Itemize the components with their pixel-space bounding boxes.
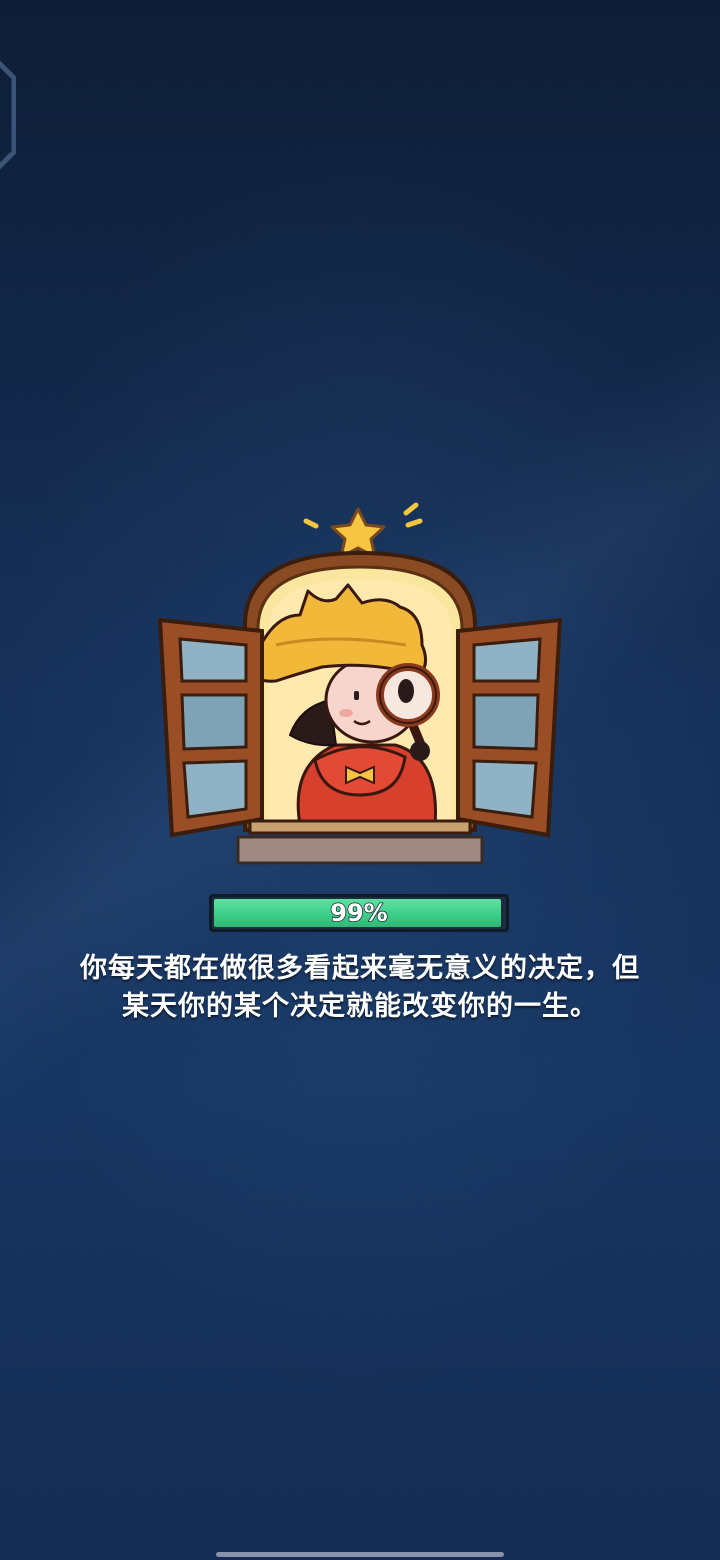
left-window-shutter: [157, 617, 264, 838]
detective-illustration: [157, 502, 563, 865]
loading-tip-line-1: 你每天都在做很多看起来毫无意义的决定，但: [80, 953, 640, 984]
star-icon: [330, 507, 386, 559]
loading-tip-text: 你每天都在做很多看起来毫无意义的决定，但 某天你的某个决定就能改变你的一生。: [40, 950, 680, 1026]
right-window-shutter: [456, 617, 563, 838]
progress-percent-label: 99%: [330, 898, 389, 928]
loading-progress-bar: 99%: [209, 894, 509, 932]
loading-tip-line-2: 某天你的某个决定就能改变你的一生。: [122, 991, 598, 1022]
home-indicator[interactable]: [216, 1552, 504, 1557]
corner-frame-decoration: [0, 60, 16, 170]
